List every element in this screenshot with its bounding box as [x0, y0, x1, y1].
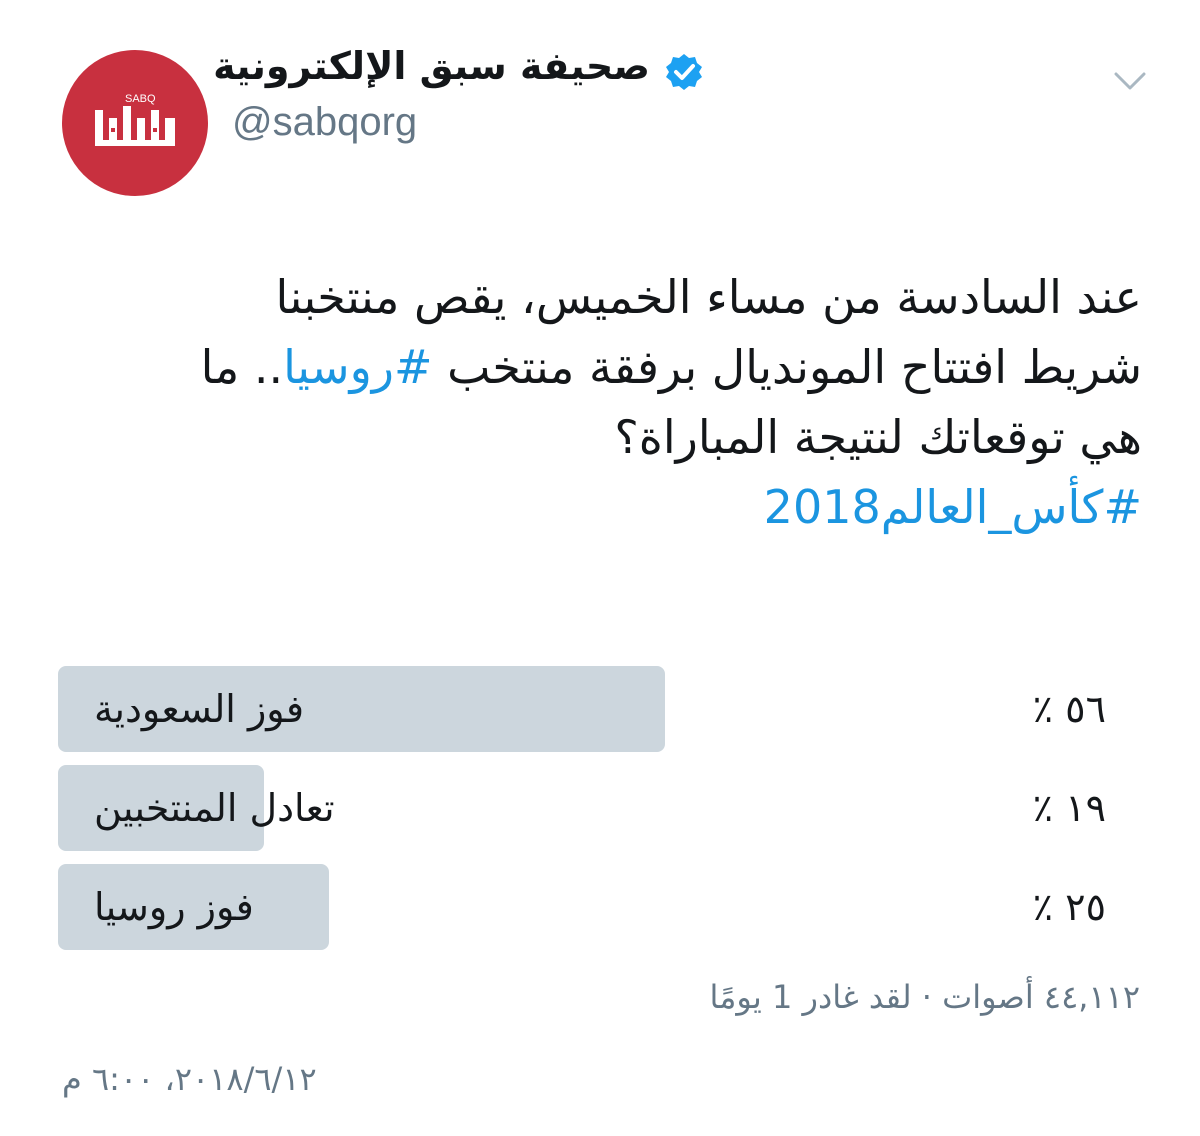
poll-option-percent: ٥٦ ٪	[1032, 687, 1106, 731]
poll-option: فوز السعودية ٥٦ ٪	[58, 666, 1142, 752]
timestamp[interactable]: ٢٠١٨/٦/١٢، ٦:٠٠ م	[62, 1060, 317, 1098]
tweet-line-2: شريط افتتاح المونديال برفقة منتخب #روسيا…	[52, 332, 1142, 402]
tweet-text: عند السادسة من مساء الخميس، يقص منتخبنا …	[52, 262, 1142, 542]
display-name[interactable]: صحيفة سبق الإلكترونية	[213, 44, 650, 88]
svg-text:SABQ: SABQ	[125, 93, 156, 105]
poll-option: تعادل المنتخبين ١٩ ٪	[58, 765, 1142, 851]
tweet-line-2-end: .. ما	[200, 340, 284, 394]
handle[interactable]: @sabqorg	[232, 100, 417, 145]
tweet-line-1: عند السادسة من مساء الخميس، يقص منتخبنا	[275, 270, 1142, 324]
poll-meta: ٤٤,١١٢ أصوات · لقد غادر 1 يومًا	[709, 978, 1140, 1016]
poll-option-label: تعادل المنتخبين	[94, 786, 335, 830]
hashtag-worldcup2018[interactable]: #كأس_العالم2018	[52, 472, 1142, 542]
tweet: SABQ صحيفة سبق الإلكترونية @sabqorg عند …	[0, 0, 1200, 1136]
verified-badge-icon	[666, 54, 702, 90]
tweet-line-2-start: شريط افتتاح المونديال برفقة منتخب	[432, 340, 1142, 394]
poll-option-percent: ٢٥ ٪	[1032, 885, 1106, 929]
chevron-down-icon[interactable]	[1112, 66, 1148, 94]
poll-option-percent: ١٩ ٪	[1032, 786, 1106, 830]
tweet-line-3: هي توقعاتك لنتيجة المباراة؟	[614, 410, 1142, 464]
poll-option-label: فوز روسيا	[94, 885, 254, 929]
hashtag-russia[interactable]: #روسيا	[283, 340, 432, 394]
sabq-logo-icon: SABQ	[95, 93, 175, 146]
poll-option-label: فوز السعودية	[94, 687, 305, 731]
avatar[interactable]: SABQ	[62, 50, 208, 196]
poll-option: فوز روسيا ٢٥ ٪	[58, 864, 1142, 950]
